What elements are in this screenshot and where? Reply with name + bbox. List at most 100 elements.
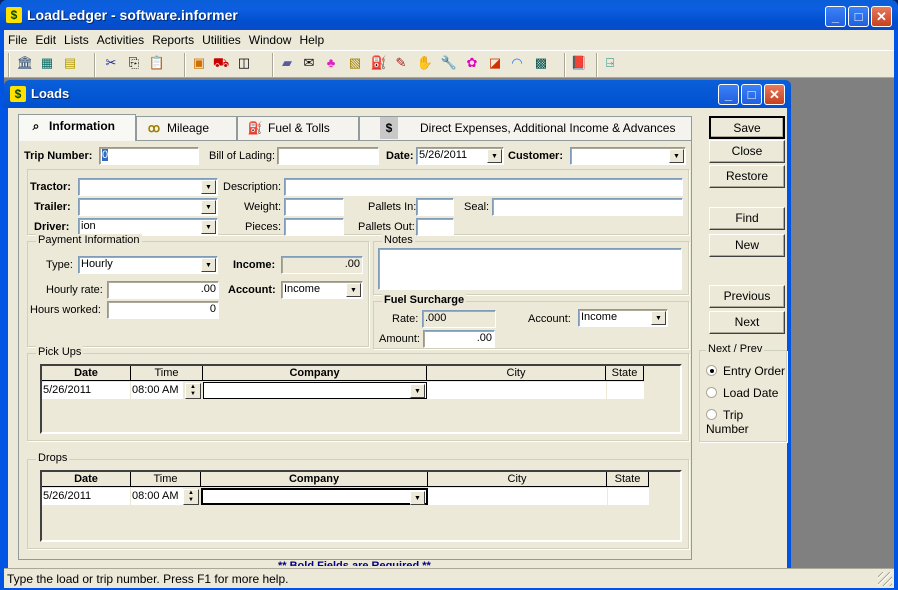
pickup-city-cell[interactable] — [427, 382, 606, 399]
truck-icon[interactable]: ⛟ — [212, 54, 230, 72]
close-form-button[interactable]: Close — [709, 140, 785, 163]
menu-file[interactable]: File — [4, 30, 31, 47]
hand-icon[interactable]: ✋ — [416, 54, 434, 72]
pink-key-icon[interactable]: ✿ — [463, 54, 481, 72]
chevron-down-icon[interactable]: ▼ — [651, 311, 666, 325]
restore-button[interactable]: Restore — [709, 165, 785, 188]
new-button[interactable]: New — [709, 234, 785, 257]
cut-icon[interactable]: ✂ — [102, 54, 120, 72]
pallets-in-input[interactable] — [416, 198, 454, 216]
trailer-icon[interactable]: ◫ — [235, 54, 253, 72]
pickup-state-cell[interactable] — [607, 382, 644, 399]
map-icon[interactable]: ▰ — [278, 54, 296, 72]
menu-utilities[interactable]: Utilities — [198, 30, 245, 47]
chevron-down-icon[interactable]: ▼ — [487, 149, 502, 163]
chevron-down-icon[interactable]: ▼ — [201, 180, 216, 194]
chevron-down-icon[interactable]: ▼ — [669, 149, 684, 163]
next-button[interactable]: Next — [709, 311, 785, 334]
drop-city-cell[interactable] — [428, 488, 607, 505]
time-spinner[interactable]: ▲ ▼ — [185, 383, 201, 399]
fuel-pump-icon[interactable]: ⛽ — [370, 54, 388, 72]
weight-input[interactable] — [284, 198, 344, 216]
trip-number-input[interactable]: 0 — [99, 147, 199, 165]
copy-icon[interactable]: ⎘ — [125, 54, 143, 72]
child-close-button[interactable]: ✕ — [764, 84, 785, 105]
child-maximize-button[interactable]: □ — [741, 84, 762, 105]
trailer-dropdown[interactable]: ▼ — [78, 198, 218, 216]
radio-trip-number[interactable]: Trip Number — [706, 408, 786, 436]
menu-edit[interactable]: Edit — [31, 30, 60, 47]
pickup-company-dropdown[interactable]: ▼ — [203, 382, 427, 399]
help-book-icon[interactable]: 📕 — [570, 54, 588, 72]
fuel-account-dropdown[interactable]: Income ▼ — [578, 309, 668, 327]
maximize-button[interactable]: □ — [848, 6, 869, 27]
drop-date-cell[interactable]: 5/26/2011 — [42, 488, 130, 505]
minimize-button[interactable]: _ — [825, 6, 846, 27]
close-button[interactable]: ✕ — [871, 6, 892, 27]
tab-mileage[interactable]: ꝏ Mileage — [136, 116, 237, 141]
tractor-dropdown[interactable]: ▼ — [78, 178, 218, 196]
save-button[interactable]: Save — [709, 116, 785, 139]
pieces-input[interactable] — [284, 218, 344, 236]
date-picker[interactable]: 5/26/2011 ▼ — [416, 147, 504, 165]
column-header-time[interactable]: Time — [131, 366, 203, 381]
pallets-out-input[interactable] — [416, 218, 454, 236]
clipboard-icon[interactable]: ▤ — [61, 54, 79, 72]
drop-state-cell[interactable] — [608, 488, 649, 505]
app-titlebar[interactable]: $ LoadLedger - software.informer _ □ ✕ — [0, 0, 898, 30]
pencil-icon[interactable]: ✎ — [392, 54, 410, 72]
wrench-icon[interactable]: 🔧 — [440, 54, 458, 72]
amount-input[interactable]: .00 — [423, 330, 495, 348]
previous-button[interactable]: Previous — [709, 285, 785, 308]
card-icon[interactable]: ◪ — [486, 54, 504, 72]
payment-account-dropdown[interactable]: Income ▼ — [281, 281, 363, 299]
driver-photo-icon[interactable]: ▣ — [190, 54, 208, 72]
column-header-state[interactable]: State — [607, 472, 649, 487]
column-header-company[interactable]: Company — [203, 366, 427, 381]
radio-entry-order[interactable]: Entry Order — [706, 364, 785, 378]
chevron-down-icon[interactable]: ▼ — [346, 283, 361, 297]
chevron-down-icon[interactable]: ▼ — [410, 491, 425, 505]
menu-reports[interactable]: Reports — [148, 30, 198, 47]
column-header-date[interactable]: Date — [42, 366, 131, 381]
invoice-icon[interactable]: ✉ — [300, 54, 318, 72]
radio-load-date[interactable]: Load Date — [706, 386, 778, 400]
resize-grip[interactable] — [878, 572, 892, 586]
pickup-time-cell[interactable]: 08:00 AM — [131, 382, 183, 399]
bank-icon[interactable]: 🏛 — [16, 54, 34, 72]
exit-door-icon[interactable]: ⍈ — [601, 54, 619, 72]
piggy-bank-icon[interactable]: ♣ — [322, 54, 340, 72]
chevron-down-icon[interactable]: ▼ — [201, 200, 216, 214]
customer-dropdown[interactable]: ▼ — [570, 147, 686, 165]
column-header-state[interactable]: State — [606, 366, 644, 381]
column-header-city[interactable]: City — [428, 472, 607, 487]
column-header-date[interactable]: Date — [42, 472, 131, 487]
time-spinner[interactable]: ▲ ▼ — [183, 489, 199, 505]
hours-worked-input[interactable]: 0 — [107, 301, 219, 319]
tab-direct-expenses[interactable]: $ Direct Expenses, Additional Income & Ad… — [359, 116, 692, 141]
menu-activities[interactable]: Activities — [93, 30, 148, 47]
column-header-time[interactable]: Time — [131, 472, 201, 487]
bill-of-lading-input[interactable] — [277, 147, 379, 165]
find-button[interactable]: Find — [709, 207, 785, 230]
paste-icon[interactable]: 📋 — [148, 54, 166, 72]
register-icon[interactable]: ▦ — [38, 54, 56, 72]
tab-information[interactable]: ⌕ Information — [18, 114, 136, 141]
payment-type-dropdown[interactable]: Hourly ▼ — [78, 256, 218, 274]
seal-input[interactable] — [492, 198, 683, 216]
menu-window[interactable]: Window — [245, 30, 296, 47]
chevron-down-icon[interactable]: ▼ — [201, 258, 216, 272]
menu-help[interactable]: Help — [295, 30, 328, 47]
pickup-date-cell[interactable]: 5/26/2011 — [42, 382, 130, 399]
chevron-down-icon[interactable]: ▼ — [410, 384, 425, 398]
checkbook-icon[interactable]: ▧ — [346, 54, 364, 72]
description-input[interactable] — [284, 178, 683, 196]
rainbow-icon[interactable]: ◠ — [508, 54, 526, 72]
calculator-icon[interactable]: ▩ — [532, 54, 550, 72]
hourly-rate-input[interactable]: .00 — [107, 281, 219, 299]
column-header-city[interactable]: City — [427, 366, 606, 381]
menu-lists[interactable]: Lists — [60, 30, 93, 47]
chevron-down-icon[interactable]: ▼ — [201, 220, 216, 234]
loads-titlebar[interactable]: $ Loads _ □ ✕ — [4, 80, 791, 108]
drop-time-cell[interactable]: 08:00 AM — [131, 488, 183, 505]
